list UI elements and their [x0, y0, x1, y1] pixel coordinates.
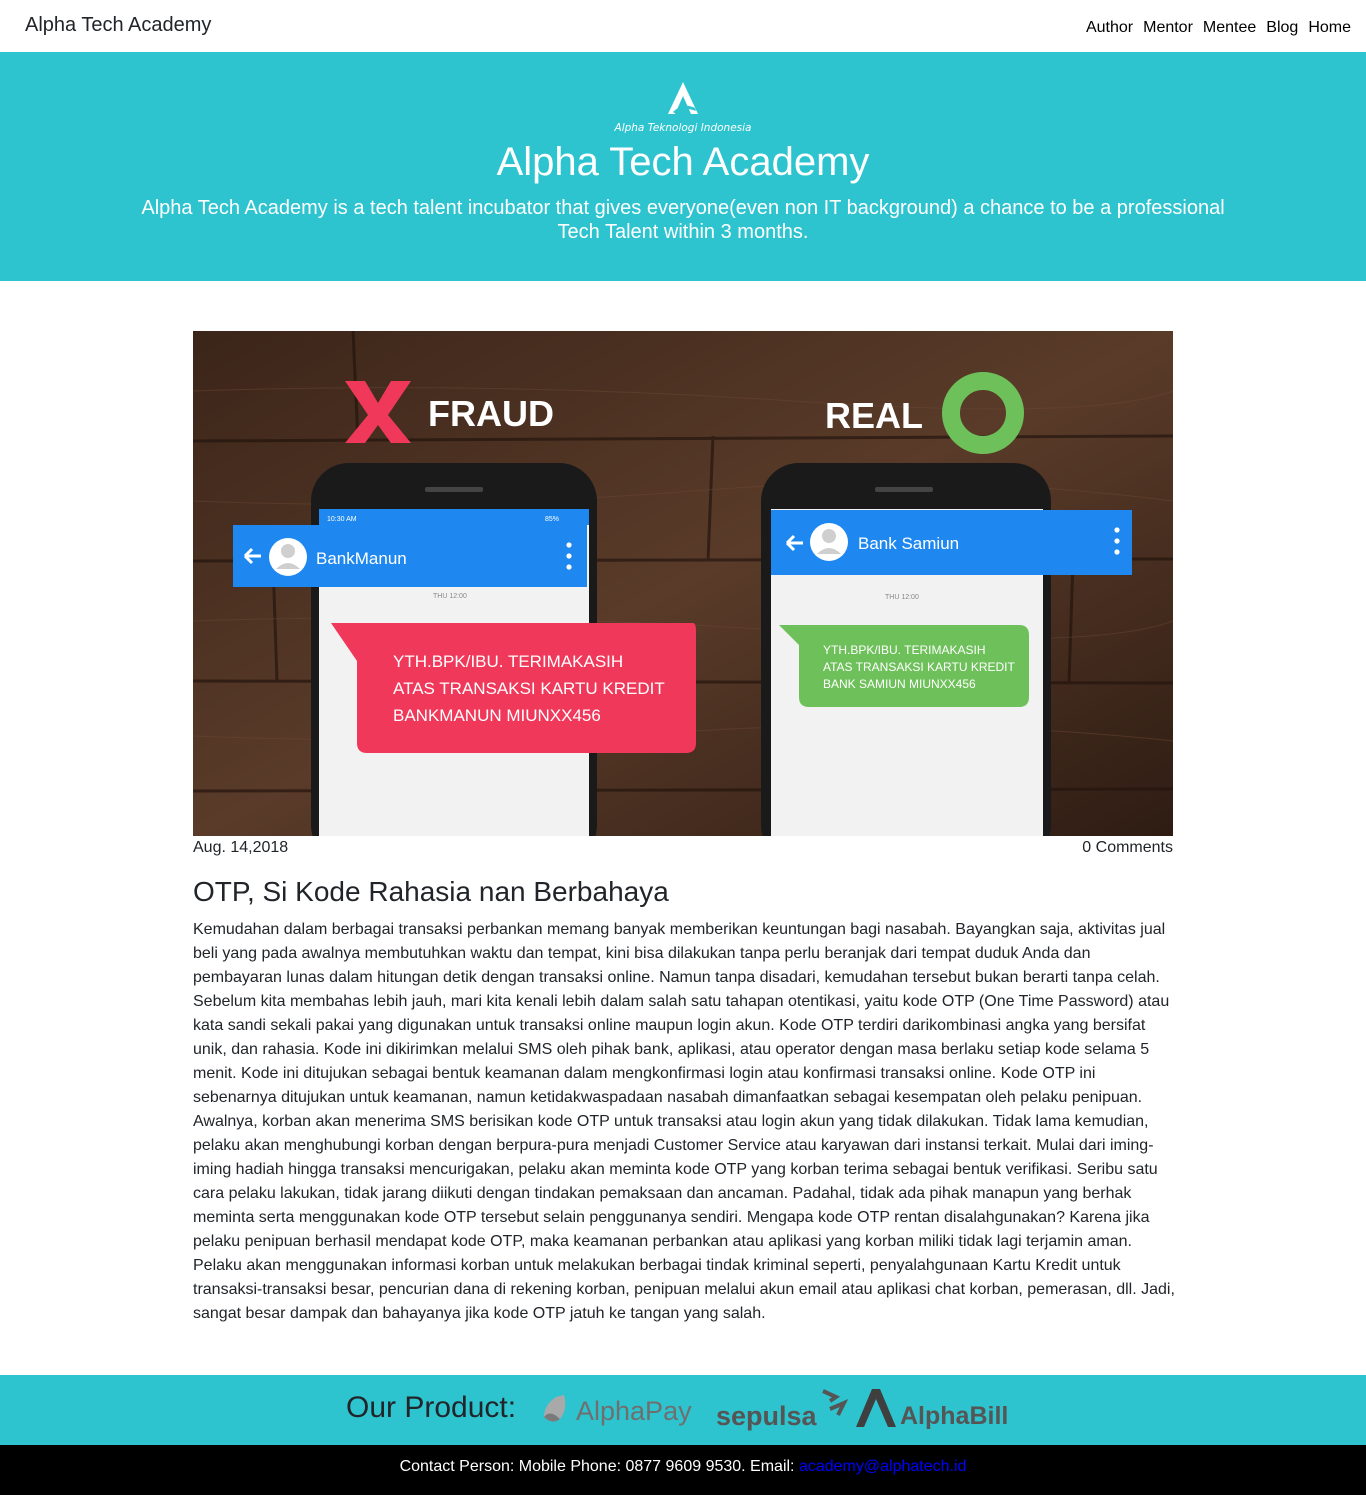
- fraud-message-line-1: YTH.BPK/IBU. TERIMAKASIH: [393, 652, 623, 671]
- nav-links: Author Mentor Mentee Blog Home: [1076, 19, 1351, 37]
- alphapay-text: AlphaPay: [576, 1396, 692, 1426]
- footer: Contact Person: Mobile Phone: 0877 9609 …: [0, 1445, 1366, 1495]
- hero-banner: Alpha Teknologi Indonesia Alpha Tech Aca…: [0, 52, 1366, 281]
- post-date: Aug. 14,2018: [193, 839, 289, 856]
- hero-title: Alpha Tech Academy: [496, 140, 870, 184]
- article-image: FRAUD REAL 10:30 AM 85% BankManun THU 12…: [193, 331, 1173, 836]
- comments-count[interactable]: 0 Comments: [1082, 839, 1173, 857]
- fraud-message-line-2: ATAS TRANSAKSI KARTU KREDIT: [393, 679, 665, 698]
- alphabill-logo: AlphaBill: [856, 1389, 1008, 1430]
- real-message-line-2: ATAS TRANSAKSI KARTU KREDIT: [823, 660, 1015, 674]
- nav-link-mentee[interactable]: Mentee: [1203, 19, 1256, 37]
- nav-link-mentor[interactable]: Mentor: [1143, 19, 1193, 37]
- real-message-line-1: YTH.BPK/IBU. TERIMAKASIH: [823, 643, 985, 657]
- product-label: Our Product:: [346, 1391, 517, 1424]
- hero-description: Alpha Tech Academy is a tech talent incu…: [141, 197, 1225, 243]
- nav-link-home[interactable]: Home: [1308, 19, 1351, 37]
- post-body: Kemudahan dalam berbagai transaksi perba…: [193, 921, 1175, 1322]
- post-title: OTP, Si Kode Rahasia nan Berbahaya: [193, 876, 669, 907]
- status-time: 10:30 AM: [327, 516, 357, 523]
- alpha-logo: Alpha Teknologi Indonesia: [600, 78, 766, 138]
- alphapay-logo: AlphaPay: [544, 1395, 692, 1426]
- product-bar: Our Product: AlphaPay sepulsa AlphaBill: [0, 1375, 1366, 1445]
- thread-date: THU 12:00: [885, 594, 919, 601]
- navbar: Alpha Tech Academy Author Mentor Mentee …: [0, 0, 1366, 52]
- sepulsa-text: sepulsa: [716, 1401, 818, 1431]
- contact-text: Contact Person: Mobile Phone: 0877 9609 …: [399, 1458, 799, 1475]
- status-battery: 85%: [545, 516, 559, 523]
- real-sender: Bank Samiun: [858, 534, 959, 553]
- kebab-menu-icon: [1114, 527, 1120, 555]
- logo-caption: Alpha Teknologi Indonesia: [614, 122, 752, 134]
- product-logos: AlphaPay sepulsa AlphaBill: [544, 1389, 1008, 1431]
- brand-link[interactable]: Alpha Tech Academy: [25, 14, 211, 37]
- nav-link-author[interactable]: Author: [1086, 19, 1133, 37]
- nav-link-blog[interactable]: Blog: [1266, 19, 1298, 37]
- fraud-label: FRAUD: [428, 393, 554, 434]
- sepulsa-logo: sepulsa: [716, 1389, 849, 1431]
- kebab-menu-icon: [566, 542, 572, 570]
- fraud-sender: BankManun: [316, 549, 407, 568]
- alphabill-text: AlphaBill: [900, 1402, 1008, 1430]
- fraud-message-line-3: BANKMANUN MIUNXX456: [393, 706, 601, 725]
- real-message-line-3: BANK SAMIUN MIUNXX456: [823, 677, 976, 691]
- alpha-logo-icon: [668, 82, 698, 114]
- email-link[interactable]: academy@alphatech.id: [799, 1458, 966, 1475]
- fraud-vs-real-illustration: FRAUD REAL 10:30 AM 85% BankManun THU 12…: [193, 331, 1173, 836]
- real-label: REAL: [825, 395, 923, 436]
- thread-date: THU 12:00: [433, 593, 467, 600]
